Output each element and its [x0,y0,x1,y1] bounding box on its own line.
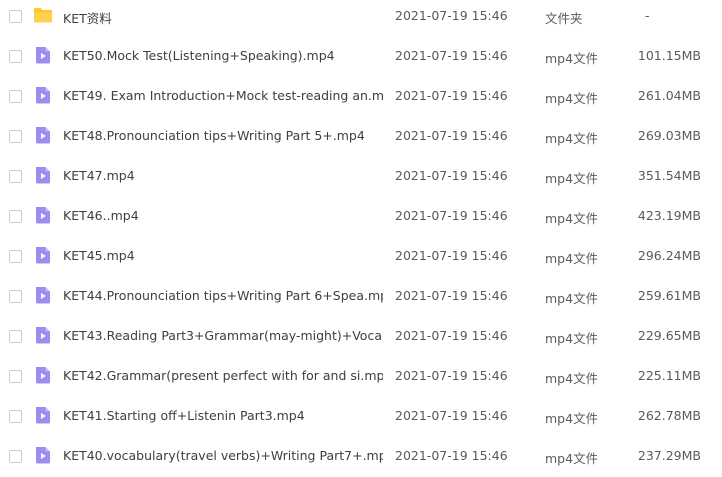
file-name[interactable]: KET48.Pronounciation tips+Writing Part 5… [63,128,383,143]
file-row[interactable]: KET50.Mock Test(Listening+Speaking).mp4 … [0,37,722,77]
file-row[interactable]: KET47.mp4 2021-07-19 15:46 mp4文件 351.54M… [0,157,722,197]
video-file-icon [33,245,53,265]
row-checkbox[interactable] [9,50,22,63]
file-date: 2021-07-19 15:46 [395,408,508,423]
file-row[interactable]: KET46..mp4 2021-07-19 15:46 mp4文件 423.19… [0,197,722,237]
file-row[interactable]: KET42.Grammar(present perfect with for a… [0,357,722,397]
file-size: 269.03MB [637,128,701,143]
video-file-icon [33,205,53,225]
row-checkbox[interactable] [9,330,22,343]
video-file-icon [33,285,53,305]
file-name[interactable]: KET40.vocabulary(travel verbs)+Writing P… [63,448,383,463]
file-date: 2021-07-19 15:46 [395,288,508,303]
file-size: 225.11MB [637,368,701,383]
row-checkbox[interactable] [9,250,22,263]
file-row-folder[interactable]: KET资料 2021-07-19 15:46 文件夹 - [0,0,722,37]
file-row[interactable]: KET49. Exam Introduction+Mock test-readi… [0,77,722,117]
row-checkbox[interactable] [9,170,22,183]
row-checkbox[interactable] [9,290,22,303]
file-size: - [645,8,650,23]
video-file-icon [33,325,53,345]
file-type: mp4文件 [545,131,599,146]
file-name[interactable]: KET50.Mock Test(Listening+Speaking).mp4 [63,48,383,63]
file-size: 261.04MB [637,88,701,103]
file-row[interactable]: KET45.mp4 2021-07-19 15:46 mp4文件 296.24M… [0,237,722,277]
file-name[interactable]: KET47.mp4 [63,168,383,183]
file-type: mp4文件 [545,371,599,386]
row-checkbox[interactable] [9,450,22,463]
file-size: 101.15MB [637,48,701,63]
row-checkbox[interactable] [9,210,22,223]
file-date: 2021-07-19 15:46 [395,328,508,343]
file-type: mp4文件 [545,291,599,306]
folder-icon [33,5,53,25]
video-file-icon [33,125,53,145]
file-date: 2021-07-19 15:46 [395,48,508,63]
file-type: mp4文件 [545,171,599,186]
file-name[interactable]: KET49. Exam Introduction+Mock test-readi… [63,88,383,103]
file-size: 262.78MB [637,408,701,423]
file-row[interactable]: KET40.vocabulary(travel verbs)+Writing P… [0,437,722,477]
row-checkbox[interactable] [9,130,22,143]
row-checkbox[interactable] [9,370,22,383]
file-type: mp4文件 [545,51,599,66]
video-file-icon [33,445,53,465]
video-file-icon [33,365,53,385]
video-file-icon [33,45,53,65]
file-row[interactable]: KET43.Reading Part3+Grammar(may-might)+V… [0,317,722,357]
file-type: mp4文件 [545,211,599,226]
file-name[interactable]: KET43.Reading Part3+Grammar(may-might)+V… [63,328,383,343]
row-checkbox[interactable] [9,90,22,103]
file-date: 2021-07-19 15:46 [395,448,508,463]
file-date: 2021-07-19 15:46 [395,128,508,143]
file-row[interactable]: KET44.Pronounciation tips+Writing Part 6… [0,277,722,317]
file-type: 文件夹 [545,11,583,26]
file-size: 237.29MB [637,448,701,463]
file-date: 2021-07-19 15:46 [395,8,508,23]
file-size: 351.54MB [637,168,701,183]
file-date: 2021-07-19 15:46 [395,168,508,183]
file-date: 2021-07-19 15:46 [395,88,508,103]
video-file-icon [33,165,53,185]
file-date: 2021-07-19 15:46 [395,208,508,223]
file-name[interactable]: KET资料 [63,8,383,27]
file-size: 423.19MB [637,208,701,223]
file-type: mp4文件 [545,331,599,346]
file-type: mp4文件 [545,451,599,466]
file-date: 2021-07-19 15:46 [395,368,508,383]
file-name[interactable]: KET45.mp4 [63,248,383,263]
file-name[interactable]: KET42.Grammar(present perfect with for a… [63,368,383,383]
row-checkbox[interactable] [9,410,22,423]
file-size: 296.24MB [637,248,701,263]
row-checkbox[interactable] [9,10,22,23]
file-name[interactable]: KET44.Pronounciation tips+Writing Part 6… [63,288,383,303]
file-type: mp4文件 [545,251,599,266]
file-name[interactable]: KET41.Starting off+Listenin Part3.mp4 [63,408,383,423]
file-name[interactable]: KET46..mp4 [63,208,383,223]
video-file-icon [33,85,53,105]
file-type: mp4文件 [545,411,599,426]
file-date: 2021-07-19 15:46 [395,248,508,263]
file-type: mp4文件 [545,91,599,106]
file-row[interactable]: KET48.Pronounciation tips+Writing Part 5… [0,117,722,157]
video-file-icon [33,405,53,425]
file-size: 259.61MB [637,288,701,303]
file-row[interactable]: KET41.Starting off+Listenin Part3.mp4 20… [0,397,722,437]
file-size: 229.65MB [637,328,701,343]
